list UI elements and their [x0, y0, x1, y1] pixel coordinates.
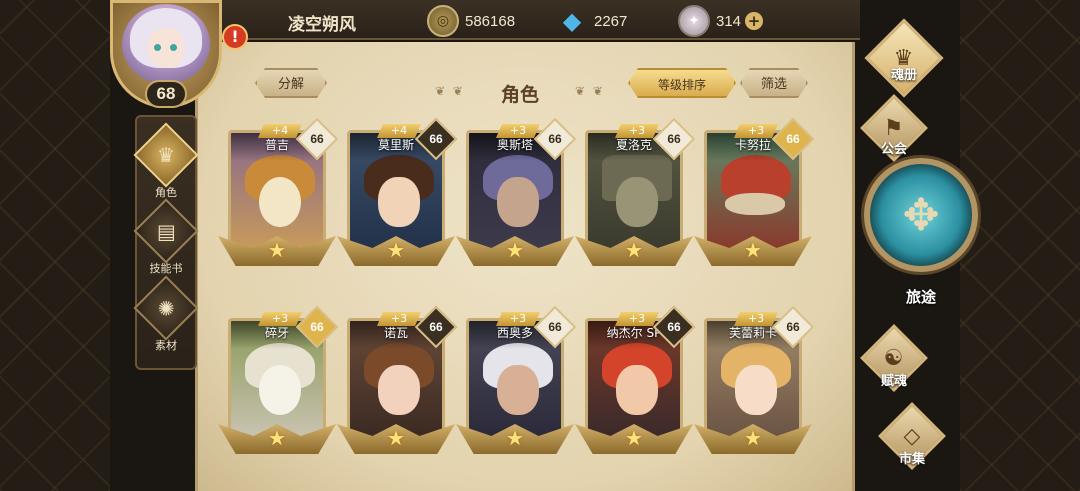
rank-star-icon: ★ [506, 426, 524, 450]
character-face [378, 365, 420, 415]
nav-label: 公会 [880, 142, 907, 157]
crystal-icon: ◆ [562, 7, 582, 35]
card-plus: +3 [734, 312, 778, 326]
level-text: 66 [429, 320, 443, 334]
side-item-hero[interactable]: ♛ 角色 [133, 122, 199, 200]
level-text: 66 [667, 320, 681, 334]
material-icon: ✺ [133, 275, 199, 341]
title-ornament-right: ❦ ❦ [575, 84, 605, 98]
nav-guild[interactable]: ⚑ 公会 [848, 94, 940, 162]
level-text: 66 [786, 320, 800, 334]
character-face [259, 177, 301, 227]
decompose-button[interactable]: 分解 [255, 68, 327, 98]
soul-book-icon: ♛ [864, 18, 944, 98]
nav-label: 市集 [898, 452, 925, 467]
nav-market[interactable]: ◇ 市集 [866, 402, 958, 478]
level-text: 66 [310, 320, 324, 334]
rank-star-icon: ★ [744, 238, 762, 262]
rank-star-icon: ★ [268, 238, 286, 262]
gold-coin-icon: ◎ [427, 5, 459, 37]
character-teeth [725, 193, 785, 215]
gold-resource: ◎ 586168 [427, 4, 515, 38]
card-plus: +3 [496, 124, 540, 138]
character-card[interactable]: +3 诺瓦 66 ★ [337, 305, 458, 454]
gem-icon: ✦ [678, 5, 710, 37]
avatar-eye [170, 44, 177, 51]
character-face [378, 177, 420, 227]
nav-soul-book[interactable]: ♛ 魂册 [858, 18, 950, 98]
nav-label: 魂册 [890, 68, 917, 83]
side-item-material[interactable]: ✺ 素材 [133, 275, 199, 353]
character-face [259, 365, 301, 415]
nav-journey[interactable]: ✥ 旅途 [862, 158, 980, 308]
character-face [497, 177, 539, 227]
character-face [735, 365, 777, 415]
character-card[interactable]: +3 夏洛克 66 ★ [575, 117, 696, 266]
sort-by-level-button[interactable]: 等级排序 [628, 68, 736, 98]
add-gem-button[interactable]: + [745, 12, 764, 30]
level-text: 66 [786, 132, 800, 146]
character-face [616, 365, 658, 415]
page-title: 角色 [500, 84, 539, 106]
nav-fate[interactable]: ☯ 赋魂 [848, 324, 940, 392]
crystal-resource: ◆ 2267 [556, 4, 628, 38]
gold-amount: 586168 [465, 12, 516, 30]
gem-resource: ✦ 314 + [678, 4, 764, 38]
character-card[interactable]: +4 莫里斯 66 ★ [337, 117, 458, 266]
filter-button[interactable]: 筛选 [740, 68, 808, 98]
character-card[interactable]: +4 普吉 66 ★ [218, 117, 339, 266]
alert-icon[interactable]: ! [222, 24, 248, 50]
card-plus: +3 [615, 312, 659, 326]
gem-amount: 314 [716, 12, 742, 30]
level-text: 66 [667, 132, 681, 146]
card-plus: +4 [377, 124, 421, 138]
card-plus: +3 [258, 312, 302, 326]
player-name: 凌空朔风 [288, 15, 356, 35]
character-face [497, 365, 539, 415]
rank-star-icon: ★ [625, 426, 643, 450]
character-card[interactable]: +3 芙蕾莉卡 66 ★ [694, 305, 815, 454]
card-plus: +3 [734, 124, 778, 138]
level-text: 66 [310, 132, 324, 146]
nav-label: 赋魂 [880, 374, 907, 389]
level-text: 66 [548, 132, 562, 146]
rank-star-icon: ★ [744, 426, 762, 450]
left-background [0, 0, 110, 491]
character-card[interactable]: +3 西奥多 66 ★ [456, 305, 577, 454]
skillbook-icon: ▤ [133, 198, 199, 264]
avatar[interactable] [122, 4, 210, 84]
card-plus: +4 [258, 124, 302, 138]
nav-label: 旅途 [905, 288, 936, 306]
rank-star-icon: ★ [387, 238, 405, 262]
side-item-skillbook[interactable]: ▤ 技能书 [133, 198, 199, 276]
character-card[interactable]: +3 纳杰尔 SP 66 ★ [575, 305, 696, 454]
rank-star-icon: ★ [625, 238, 643, 262]
card-plus: +3 [615, 124, 659, 138]
rank-star-icon: ★ [387, 426, 405, 450]
journey-compass-icon: ✥ [864, 158, 978, 272]
level-text: 66 [548, 320, 562, 334]
character-card[interactable]: +3 卡努拉 66 ★ [694, 117, 815, 266]
card-plus: +3 [496, 312, 540, 326]
level-text: 66 [429, 132, 443, 146]
player-level-badge: 68 [145, 80, 187, 108]
hero-icon: ♛ [133, 122, 199, 188]
character-card[interactable]: +3 奥斯塔 66 ★ [456, 117, 577, 266]
card-plus: +3 [377, 312, 421, 326]
title-ornament-left: ❦ ❦ [435, 84, 465, 98]
avatar-eye [154, 44, 161, 51]
rank-star-icon: ★ [506, 238, 524, 262]
character-face [616, 177, 658, 227]
crystal-amount: 2267 [594, 12, 628, 30]
character-card[interactable]: +3 碎牙 66 ★ [218, 305, 339, 454]
rank-star-icon: ★ [268, 426, 286, 450]
